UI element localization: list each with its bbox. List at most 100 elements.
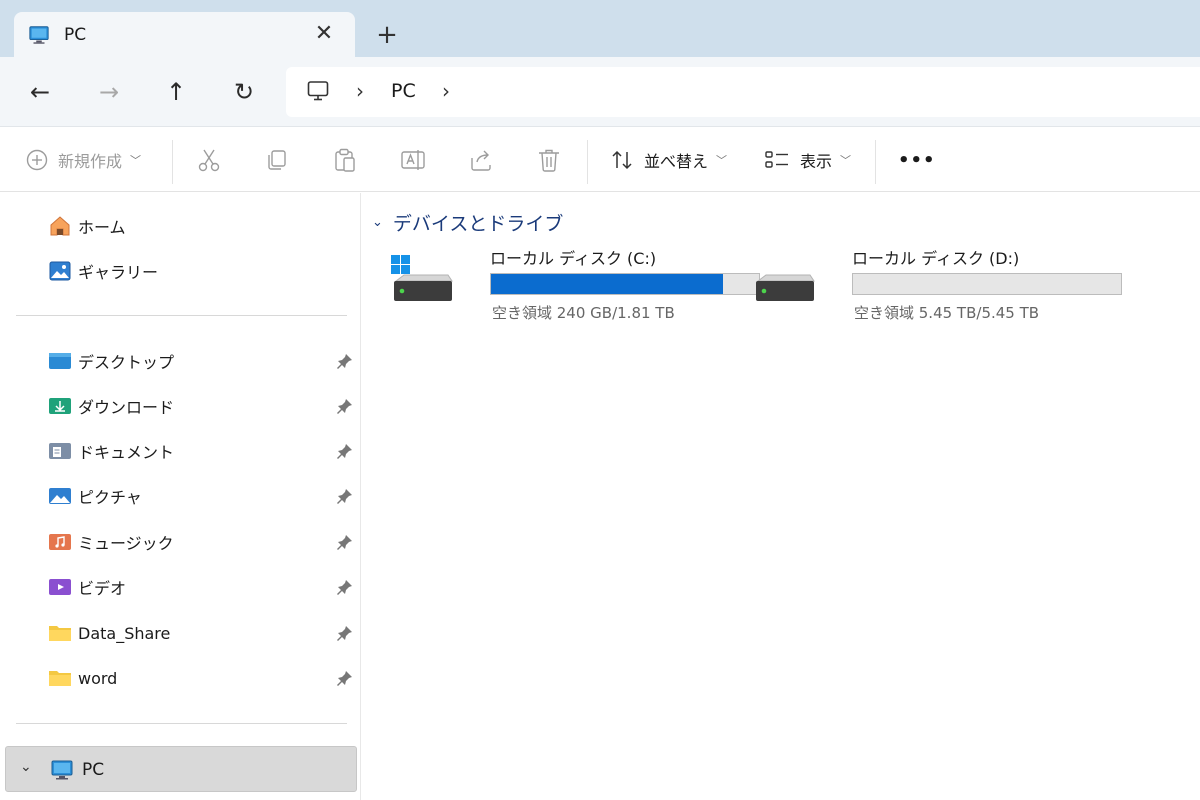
pc-icon [51,760,73,780]
title-bar: PC ✕ + [0,0,1200,58]
sidebar-item-label: ミュージック [78,534,174,553]
sidebar-item-word[interactable]: word [48,664,117,692]
sidebar-item-home[interactable]: ホーム [48,212,126,240]
navigation-bar: ← → ↑ ↻ › PC › [0,57,1200,127]
sidebar-item-label: ビデオ [78,579,127,598]
gallery-icon [48,259,72,283]
sidebar-item-label: ダウンロード [78,398,175,417]
sidebar-item-desktop[interactable]: デスクトップ [48,347,174,375]
delete-icon[interactable] [535,146,563,174]
pin-icon[interactable] [336,533,354,551]
sort-button-label: 並べ替え [644,152,709,171]
sidebar-item-label: Data_Share [78,623,171,643]
forward-button[interactable]: → [94,77,124,107]
content-pane: ⌄ デバイスとドライブ ローカル ディスク (C:) 空き領域 240 GB/1… [362,193,1200,800]
pin-icon[interactable] [336,442,354,460]
drive-icon [756,274,815,301]
drive-usage-bar [490,273,760,295]
chevron-down-icon: ﹀ [716,154,728,167]
tab-pc[interactable]: PC ✕ [14,12,355,58]
cut-icon[interactable] [195,146,223,174]
pin-icon[interactable] [336,397,354,415]
sidebar-item-documents[interactable]: ドキュメント [48,437,174,465]
copy-icon[interactable] [263,146,291,174]
pin-icon[interactable] [336,578,354,596]
chevron-down-icon[interactable]: ⌄ [20,759,32,775]
more-options-button[interactable]: ••• [898,146,936,174]
toolbar-divider [875,140,876,184]
refresh-button[interactable]: ↻ [229,77,259,107]
pin-icon[interactable] [336,669,354,687]
paste-icon[interactable] [331,146,359,174]
music-folder-icon [48,530,72,554]
folder-icon [48,621,72,645]
sidebar-item-data-share[interactable]: Data_Share [48,619,170,647]
chevron-down-icon[interactable]: ⌄ [372,215,383,230]
sidebar-divider [16,723,347,724]
sidebar-item-label: PC [82,760,105,780]
chevron-down-icon: ﹀ [130,154,142,167]
new-button[interactable]: 新規作成 ﹀ [26,146,141,174]
desktop-folder-icon [48,349,72,373]
folder-icon [48,666,72,690]
monitor-icon[interactable] [306,79,330,103]
view-button[interactable]: 表示 ﹀ [764,146,851,174]
view-button-label: 表示 [800,152,833,171]
videos-folder-icon [48,575,72,599]
drive-usage-fill [491,274,724,294]
breadcrumb-chevron-icon[interactable]: › [438,79,454,103]
back-button[interactable]: ← [25,77,55,107]
drive-free-space: 空き領域 240 GB/1.81 TB [492,304,675,322]
sidebar-item-videos[interactable]: ビデオ [48,573,126,601]
sidebar-item-gallery[interactable]: ギャラリー [48,257,158,285]
sidebar-divider [16,315,347,316]
share-icon[interactable] [467,146,495,174]
up-button[interactable]: ↑ [161,77,191,107]
group-header-label: デバイスとドライブ [392,213,564,235]
sidebar-item-music[interactable]: ミュージック [48,528,174,556]
close-tab-icon[interactable]: ✕ [312,22,336,46]
drive-usage-bar [852,273,1122,295]
pictures-folder-icon [48,484,72,508]
pc-icon [29,26,49,44]
home-icon [48,214,72,238]
sort-icon [612,150,632,170]
tab-title: PC [64,25,87,45]
new-tab-button[interactable]: + [374,22,400,48]
breadcrumb-item-pc[interactable]: PC [391,79,416,103]
toolbar-divider [587,140,588,184]
sidebar-item-label: ホーム [78,218,126,237]
command-bar: 新規作成 ﹀ 並べ替え ﹀ 表示 ﹀ ••• [0,128,1200,192]
new-button-label: 新規作成 [58,152,123,171]
drive-name: ローカル ディスク (C:) [490,249,657,268]
drive-name: ローカル ディスク (D:) [852,249,1020,268]
rename-icon[interactable] [399,146,427,174]
more-options-label: ••• [898,149,936,171]
drive-item-c[interactable]: ローカル ディスク (C:) 空き領域 240 GB/1.81 TB [390,245,760,325]
sidebar-item-label: word [78,668,118,688]
pin-icon[interactable] [336,352,354,370]
view-list-icon [765,151,788,168]
plus-circle-icon [26,149,48,171]
sidebar-item-label: デスクトップ [78,353,175,372]
system-drive-icon [391,255,453,301]
sort-button[interactable]: 並べ替え ﹀ [610,146,727,174]
sidebar-item-label: ドキュメント [78,443,175,462]
sidebar-item-downloads[interactable]: ダウンロード [48,392,174,420]
downloads-folder-icon [48,394,72,418]
drive-free-space: 空き領域 5.45 TB/5.45 TB [854,304,1040,322]
sidebar-item-label: ギャラリー [78,263,159,282]
navigation-pane: ホーム ギャラリー デスクトップ ダウンロード ドキュメント ピクチャ ミュージ… [0,193,361,800]
breadcrumb-chevron-icon[interactable]: › [352,79,368,103]
group-header-devices[interactable]: ⌄ デバイスとドライブ [372,209,563,236]
chevron-down-icon: ﹀ [840,154,852,167]
documents-folder-icon [48,439,72,463]
address-bar[interactable]: › PC › [286,67,1200,117]
drive-item-d[interactable]: ローカル ディスク (D:) 空き領域 5.45 TB/5.45 TB [752,245,1122,325]
sidebar-item-pc[interactable]: ⌄ PC [5,746,357,792]
sidebar-item-label: ピクチャ [78,488,142,507]
sidebar-item-pictures[interactable]: ピクチャ [48,482,142,510]
toolbar-divider [172,140,173,184]
pin-icon[interactable] [336,624,354,642]
pin-icon[interactable] [336,487,354,505]
